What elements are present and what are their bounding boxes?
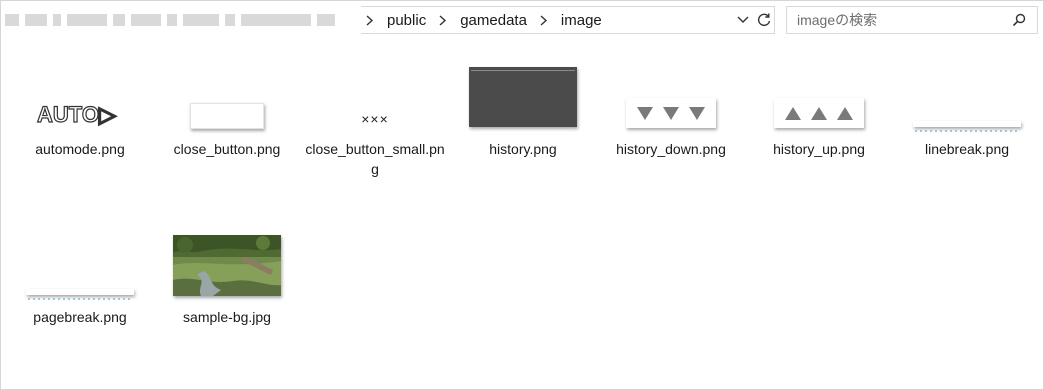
file-list: AUTO▷ automode.png close_button.png ××× … — [1, 39, 1043, 389]
file-name[interactable]: close_button_small.png — [305, 139, 445, 179]
thumbnail — [26, 289, 134, 300]
file-item-pagebreak[interactable]: pagebreak.png — [10, 39, 150, 325]
file-name[interactable]: linebreak.png — [897, 139, 1037, 159]
landscape-photo — [173, 235, 281, 296]
file-item-sample-bg[interactable]: sample-bg.jpg — [157, 39, 297, 325]
file-name[interactable]: history_down.png — [601, 139, 741, 159]
file-item-close-button-small[interactable]: ××× close_button_small.png — [305, 1, 445, 177]
file-name[interactable]: history.png — [453, 139, 593, 159]
thumbnail — [913, 121, 1021, 132]
thumbnail: ××× — [352, 111, 398, 127]
thumbnail — [173, 235, 281, 296]
file-item-history-down[interactable]: history_down.png — [601, 1, 741, 157]
thumbnail — [469, 67, 577, 127]
file-item-linebreak[interactable]: linebreak.png — [897, 1, 1037, 157]
thumbnail — [774, 98, 864, 128]
file-name[interactable]: pagebreak.png — [10, 307, 150, 327]
file-item-history[interactable]: history.png — [453, 1, 593, 157]
explorer-window: public gamedata image imageの検索 AUTO▷ aut… — [0, 0, 1044, 390]
thumbnail — [626, 98, 716, 128]
file-name[interactable]: history_up.png — [749, 139, 889, 159]
file-name[interactable]: sample-bg.jpg — [157, 307, 297, 327]
file-item-history-up[interactable]: history_up.png — [749, 1, 889, 157]
